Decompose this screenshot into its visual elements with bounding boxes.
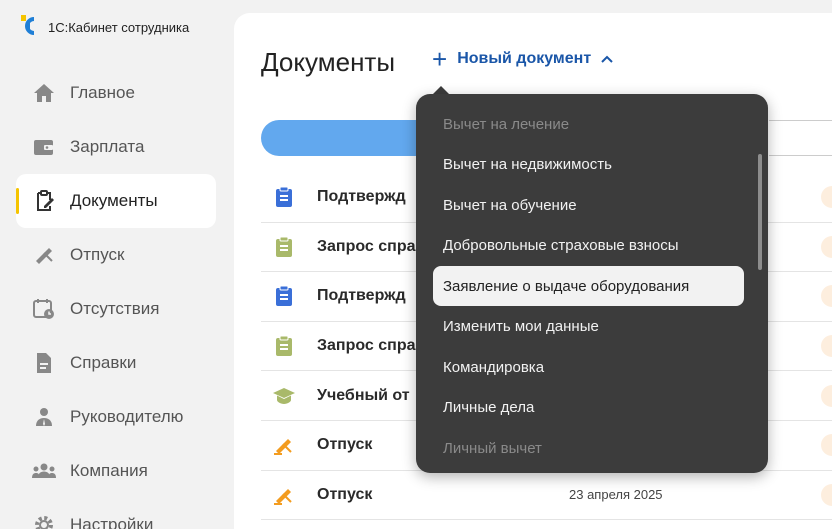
table-row[interactable]: Отпуск 23 апреля 2025 <box>261 471 832 521</box>
clipboard-green-icon <box>269 236 299 258</box>
status-badge <box>821 483 832 506</box>
chevron-up-icon <box>601 52 613 66</box>
status-badge <box>821 285 832 308</box>
clipboard-blue-icon <box>269 186 299 208</box>
document-edit-icon <box>31 188 57 214</box>
document-name: Запрос спра <box>317 237 416 255</box>
document-date: 23 апреля 2025 <box>569 487 663 503</box>
menu-item[interactable]: Изменить мои данные <box>433 306 744 346</box>
document-name: Отпуск <box>317 485 373 503</box>
sidebar-item-label: Справки <box>70 353 137 372</box>
document-name: Запрос спра <box>317 337 416 355</box>
clipboard-green-icon <box>269 335 299 357</box>
sidebar-item-label: Зарплата <box>70 137 145 156</box>
sidebar-item-certificates[interactable]: Справки <box>16 336 216 390</box>
document-name: Учебный от <box>317 386 410 404</box>
menu-item[interactable]: Личные дела <box>433 387 744 427</box>
new-document-menu: Вычет на лечение Вычет на недвижимость В… <box>416 94 768 473</box>
sidebar-item-vacation[interactable]: Отпуск <box>16 228 216 282</box>
manager-icon <box>31 404 57 430</box>
sidebar-item-manager[interactable]: Руководителю <box>16 390 216 444</box>
document-name: Отпуск <box>317 436 373 454</box>
sidebar-item-main[interactable]: Главное <box>16 66 216 120</box>
new-document-button[interactable]: + Новый документ <box>432 44 613 74</box>
sidebar-item-label: Главное <box>70 83 135 102</box>
menu-item[interactable]: Вычет на лечение <box>433 104 744 144</box>
brand[interactable]: 1С:Кабинет сотрудника <box>20 15 189 37</box>
status-badge <box>821 434 832 457</box>
status-badge <box>821 384 832 407</box>
vacation-icon <box>31 242 57 268</box>
gear-icon <box>31 512 57 529</box>
menu-item[interactable]: Личный вычет <box>433 428 744 468</box>
vacation-orange-icon <box>269 434 299 456</box>
brand-name: 1С:Кабинет сотрудника <box>48 20 190 35</box>
sidebar: 1С:Кабинет сотрудника Главное Зарплата Д… <box>0 0 232 529</box>
status-badge <box>821 186 832 209</box>
graduation-cap-icon <box>269 386 299 406</box>
status-badge <box>821 235 832 258</box>
calendar-clock-icon <box>31 296 57 322</box>
sidebar-item-company[interactable]: Компания <box>16 444 216 498</box>
menu-scrollbar[interactable] <box>758 154 762 270</box>
sidebar-item-label: Документы <box>70 191 158 210</box>
menu-item[interactable]: Командировка <box>433 347 744 387</box>
sidebar-item-salary[interactable]: Зарплата <box>16 120 216 174</box>
home-icon <box>31 80 57 106</box>
sidebar-item-documents[interactable]: Документы <box>16 174 216 228</box>
sidebar-nav: Главное Зарплата Документы Отпуск Отсутс… <box>16 66 216 529</box>
menu-item[interactable]: Вычет на недвижимость <box>433 144 744 184</box>
vacation-orange-icon <box>269 484 299 506</box>
sidebar-item-settings[interactable]: Настройки <box>16 498 216 529</box>
wallet-icon <box>31 134 57 160</box>
plus-icon: + <box>432 44 448 74</box>
menu-item[interactable]: Вычет на обучение <box>433 185 744 225</box>
company-icon <box>31 458 57 484</box>
sidebar-item-label: Компания <box>70 461 148 480</box>
document-name: Подтвержд <box>317 287 406 305</box>
sidebar-item-label: Отсутствия <box>70 299 160 318</box>
certificate-icon <box>31 350 57 376</box>
menu-item[interactable]: Заявление о выдаче оборудования <box>433 266 744 306</box>
menu-item[interactable]: Добровольные страховые взносы <box>433 225 744 265</box>
sidebar-item-label: Отпуск <box>70 245 125 264</box>
status-badge <box>821 335 832 358</box>
new-document-label: Новый документ <box>457 50 592 67</box>
sidebar-item-label: Настройки <box>70 515 154 529</box>
brand-logo-icon <box>20 15 40 37</box>
filter-field[interactable] <box>769 120 832 156</box>
clipboard-blue-icon <box>269 285 299 307</box>
sidebar-item-absences[interactable]: Отсутствия <box>16 282 216 336</box>
sidebar-item-label: Руководителю <box>70 407 184 426</box>
page-title: Документы <box>261 47 396 77</box>
document-name: Подтвержд <box>317 188 406 206</box>
